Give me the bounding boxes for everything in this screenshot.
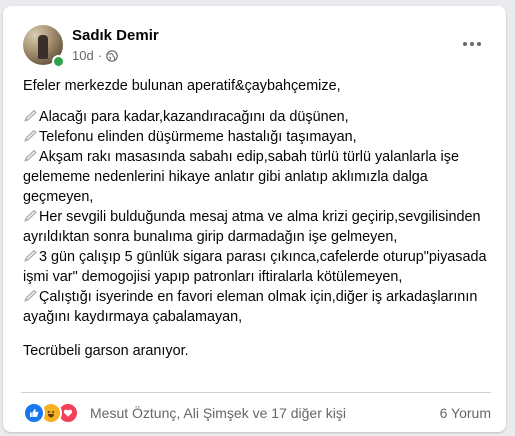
pencil-icon (23, 109, 38, 123)
pencil-icon (23, 209, 38, 223)
comment-count[interactable]: 6 Yorum (440, 405, 491, 421)
reactors-text[interactable]: Mesut Öztunç, Ali Şimşek ve 17 diğer kiş… (90, 405, 346, 421)
list-item: Çalıştığı isyerinde en favori eleman olm… (23, 287, 493, 327)
list-item-text: Akşam rakı masasında sabahı edip,sabah t… (23, 149, 459, 205)
list-item: 3 gün çalışıp 5 günlük sigara parası çık… (23, 247, 493, 287)
post-text: Efeler merkezde bulunan aperatif&çaybahç… (23, 76, 493, 361)
post-card: Sadık Demir 10d · Efeler merkezde buluna… (3, 6, 506, 432)
list-item: Alacağı para kadar,kazandıracağını da dü… (23, 107, 493, 127)
list-item: Akşam rakı masasında sabahı edip,sabah t… (23, 147, 493, 207)
pencil-icon (23, 249, 38, 263)
list-item: Telefonu elinden düşürmeme hastalığı taş… (23, 127, 493, 147)
online-status-dot (52, 55, 65, 68)
list-item-text: Alacağı para kadar,kazandıracağını da dü… (39, 109, 349, 125)
avatar-figure (38, 35, 48, 59)
meta-separator: · (97, 48, 103, 63)
divider (21, 392, 491, 393)
pencil-icon (23, 149, 38, 163)
list-item: Her sevgili bulduğunda mesaj atma ve alm… (23, 207, 493, 247)
more-options-icon[interactable] (456, 28, 488, 60)
pencil-icon (23, 289, 38, 303)
post-footer: Mesut Öztunç, Ali Şimşek ve 17 diğer kiş… (23, 400, 491, 426)
post-time[interactable]: 10d (72, 48, 94, 63)
post-closing: Tecrübeli garson aranıyor. (23, 343, 189, 359)
globe-icon[interactable] (106, 49, 118, 62)
list-item-text: Telefonu elinden düşürmeme hastalığı taş… (39, 129, 357, 145)
post-meta: 10d · (72, 48, 118, 63)
author-name[interactable]: Sadık Demir (72, 27, 159, 44)
list-item-text: Her sevgili bulduğunda mesaj atma ve alm… (23, 209, 481, 245)
list-item-text: 3 gün çalışıp 5 günlük sigara parası çık… (23, 249, 487, 285)
reaction-icons[interactable] (23, 402, 79, 424)
post-intro: Efeler merkezde bulunan aperatif&çaybahç… (23, 78, 341, 94)
pencil-icon (23, 129, 38, 143)
like-reaction-icon (23, 402, 45, 424)
list-item-text: Çalıştığı isyerinde en favori eleman olm… (23, 289, 478, 325)
